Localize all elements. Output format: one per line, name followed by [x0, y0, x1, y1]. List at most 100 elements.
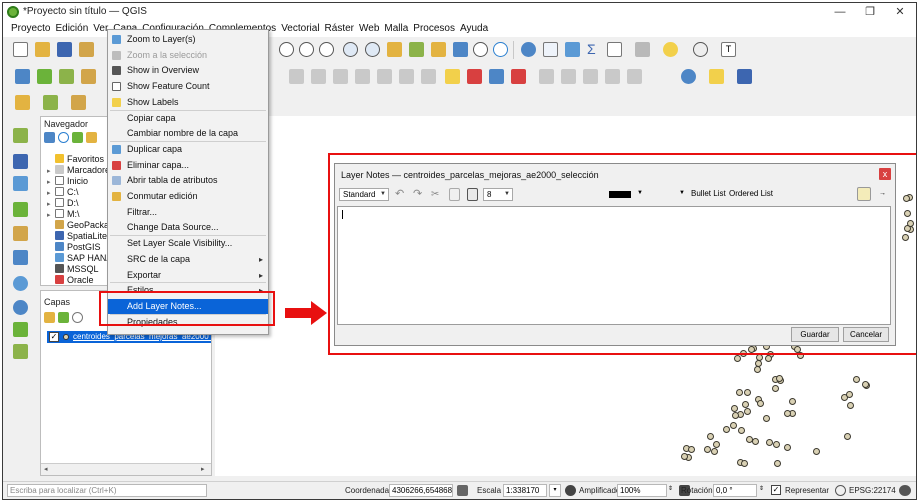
new-project-icon[interactable]	[13, 42, 28, 57]
locator-search-input[interactable]: Escriba para localizar (Ctrl+K)	[7, 484, 207, 497]
measure-line-icon[interactable]	[607, 42, 622, 57]
scroll-right-icon[interactable]: ▸	[201, 465, 205, 473]
refresh-icon[interactable]	[493, 42, 508, 57]
processing-toolbox-icon[interactable]	[565, 42, 580, 57]
browser-item-favoritos[interactable]: Favoritos	[47, 154, 104, 165]
browser-item-c-drive[interactable]: ▸ C:\	[47, 187, 79, 198]
context-menu-item[interactable]: Filtrar...	[108, 205, 268, 220]
paste-features-icon[interactable]	[377, 69, 392, 84]
open-project-icon[interactable]	[35, 42, 50, 57]
browser-item-inicio[interactable]: ▸ Inicio	[47, 176, 88, 187]
zoom-selection-icon[interactable]	[365, 42, 380, 57]
menu-ayuda[interactable]: Ayuda	[460, 21, 493, 37]
add-spatialite-icon[interactable]	[13, 226, 28, 241]
scale-dropdown-icon[interactable]: ▾	[549, 484, 561, 497]
select-by-value-icon[interactable]	[43, 95, 58, 110]
close-window-button[interactable]: ✕	[885, 4, 915, 20]
context-menu-item[interactable]: Cambiar nombre de la capa	[108, 126, 268, 141]
temporal-controller-icon[interactable]	[473, 42, 488, 57]
extents-toggle-icon[interactable]	[457, 485, 468, 496]
add-wms-icon[interactable]	[13, 276, 28, 291]
context-menu-item[interactable]: SRC de la capa ▸	[108, 252, 268, 267]
zoom-full-icon[interactable]	[343, 42, 358, 57]
browser-item-mssql[interactable]: MSSQL	[47, 264, 99, 275]
cut-features-icon[interactable]	[333, 69, 348, 84]
delete-selected-icon[interactable]	[311, 69, 326, 84]
browser-item-sap-hana[interactable]: SAP HANA	[47, 253, 112, 264]
context-menu-item[interactable]: Conmutar edición	[108, 189, 268, 204]
menu-vectorial[interactable]: Vectorial	[281, 21, 324, 37]
open-layer-styling-icon[interactable]	[44, 312, 55, 323]
browser-item-oracle[interactable]: Oracle	[47, 275, 94, 285]
menu-edicion[interactable]: Edición	[55, 21, 93, 37]
browser-item-d-drive[interactable]: ▸ D:\	[47, 198, 79, 209]
context-menu-item[interactable]: Duplicar capa	[108, 142, 268, 157]
change-label-icon[interactable]	[583, 69, 598, 84]
context-menu-item[interactable]: Exportar ▸	[108, 268, 268, 283]
browser-item-marcadores[interactable]: ▸ Marcadores	[47, 165, 115, 176]
scroll-left-icon[interactable]: ◂	[44, 465, 48, 473]
refresh-browser-icon[interactable]	[58, 132, 69, 143]
new-bookmark-icon[interactable]	[663, 42, 678, 57]
magnifier-spinner-icon[interactable]: ⇕	[668, 485, 676, 496]
browser-item-spatialite[interactable]: SpatiaLite	[47, 231, 107, 242]
rotate-label-icon[interactable]	[561, 69, 576, 84]
zoom-out-icon[interactable]	[319, 42, 334, 57]
render-checkbox[interactable]: ✓	[771, 485, 781, 495]
zoom-native-icon[interactable]	[409, 42, 424, 57]
browser-item-postgis[interactable]: PostGIS	[47, 242, 101, 253]
open-attribute-table-icon[interactable]	[543, 42, 558, 57]
copy-features-icon[interactable]	[355, 69, 370, 84]
show-hide-labels-icon[interactable]	[605, 69, 620, 84]
menu-proyecto[interactable]: Proyecto	[11, 21, 55, 37]
zoom-last-icon[interactable]	[431, 42, 446, 57]
new-print-layout-icon[interactable]	[79, 42, 94, 57]
messages-icon[interactable]	[899, 485, 911, 496]
plugin-a-icon[interactable]	[709, 69, 724, 84]
edit-tool-icon[interactable]	[289, 69, 304, 84]
context-menu-item[interactable]: Show in Overview	[108, 63, 268, 78]
highlight-labels-icon[interactable]	[511, 69, 526, 84]
plugin-b-icon[interactable]	[737, 69, 752, 84]
minimize-button[interactable]: —	[825, 4, 855, 20]
digitize-icon[interactable]	[81, 69, 96, 84]
context-menu-item[interactable]: Copiar capa	[108, 111, 268, 126]
data-source-manager-icon[interactable]	[15, 69, 30, 84]
rotation-field[interactable]: 0,0 °	[713, 484, 757, 497]
zoom-next-icon[interactable]	[453, 42, 468, 57]
new-geopackage-layer-icon[interactable]	[37, 69, 52, 84]
text-annotation-icon[interactable]: T	[721, 42, 736, 57]
scale-field[interactable]: 1:338170	[503, 484, 547, 497]
checkbox-icon[interactable]	[112, 82, 121, 92]
menu-raster[interactable]: Ráster	[325, 21, 359, 37]
layers-horizontal-scrollbar[interactable]: ◂ ▸	[41, 463, 211, 475]
add-vector-icon[interactable]	[13, 128, 28, 143]
redo-icon[interactable]	[421, 69, 436, 84]
undo-icon[interactable]	[399, 69, 414, 84]
add-raster-icon[interactable]	[13, 154, 28, 169]
identify-features-icon[interactable]	[521, 42, 536, 57]
magnifier-field[interactable]: 100%	[617, 484, 667, 497]
label-tool-icon[interactable]	[445, 69, 460, 84]
add-wfs-icon[interactable]	[13, 300, 28, 315]
context-menu-item[interactable]: Show Feature Count	[108, 79, 268, 94]
python-console-icon[interactable]	[681, 69, 696, 84]
maximize-button[interactable]: ❐	[855, 4, 885, 20]
add-vector-layer-icon[interactable]	[59, 69, 74, 84]
context-menu-item[interactable]: Abrir tabla de atributos	[108, 173, 268, 188]
coordinate-field[interactable]: 4306266,6548688	[389, 484, 453, 497]
zoom-in-icon[interactable]	[299, 42, 314, 57]
statistical-summary-icon[interactable]: Σ	[587, 42, 602, 57]
collapse-all-icon[interactable]	[86, 132, 97, 143]
add-postgis-icon[interactable]	[13, 250, 28, 265]
browser-item-m-drive[interactable]: ▸ M:\	[47, 209, 80, 220]
filter-browser-icon[interactable]	[72, 132, 83, 143]
add-layer-icon[interactable]	[44, 132, 55, 143]
menu-web[interactable]: Web	[359, 21, 384, 37]
select-features-icon[interactable]	[15, 95, 30, 110]
context-menu-item[interactable]: Zoom a la selección	[108, 48, 268, 63]
context-menu-item[interactable]: Set Layer Scale Visibility...	[108, 236, 268, 251]
crs-label[interactable]: EPSG:22174	[849, 486, 896, 495]
add-delimited-text-icon[interactable]	[13, 202, 28, 217]
add-wcs-icon[interactable]	[13, 322, 28, 337]
